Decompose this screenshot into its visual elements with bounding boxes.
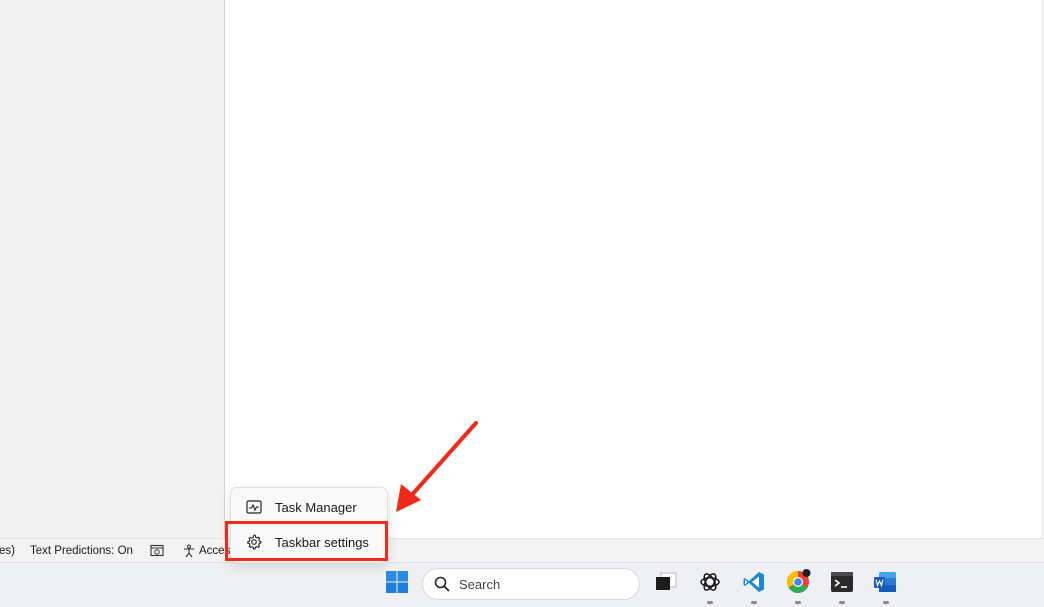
- accessibility-status[interactable]: Acces: [182, 539, 230, 563]
- menu-item-label: Task Manager: [275, 499, 357, 515]
- text-predictions-label: Text Predictions: On: [30, 545, 133, 557]
- windows-start-icon: [386, 570, 408, 598]
- vscode-button[interactable]: [739, 569, 769, 599]
- running-indicator: [795, 601, 801, 604]
- search-icon: [434, 576, 450, 592]
- task-view-icon: [654, 572, 678, 597]
- accessibility-icon: [182, 544, 196, 558]
- running-indicator: [751, 601, 757, 604]
- status-truncated-item[interactable]: es): [0, 539, 15, 563]
- chrome-icon: [785, 568, 811, 600]
- status-bar: es) Text Predictions: On Acces: [0, 538, 1044, 563]
- task-view-button[interactable]: [651, 569, 681, 599]
- word-icon: [873, 570, 897, 599]
- status-truncated-label: es): [0, 545, 15, 557]
- vscode-icon: [742, 570, 766, 599]
- document-canvas[interactable]: [225, 0, 1042, 538]
- taskbar-search[interactable]: Search: [422, 568, 640, 600]
- taskbar: Search: [0, 562, 1044, 607]
- word-button[interactable]: [870, 569, 900, 599]
- running-indicator: [883, 601, 889, 604]
- focus-mode-button[interactable]: [150, 539, 165, 563]
- task-manager-icon: [246, 499, 262, 515]
- focus-icon: [150, 544, 165, 558]
- search-placeholder: Search: [459, 576, 501, 592]
- running-indicator: [707, 601, 713, 604]
- running-indicator: [839, 601, 845, 604]
- start-button[interactable]: [382, 569, 412, 599]
- chatgpt-icon: [698, 570, 722, 599]
- text-predictions-status[interactable]: Text Predictions: On: [30, 539, 133, 563]
- annotation-highlight-box: [225, 521, 388, 561]
- menu-item-task-manager[interactable]: Task Manager: [231, 490, 389, 524]
- terminal-icon: [830, 571, 854, 598]
- app-side-pane: [0, 0, 225, 538]
- chrome-button[interactable]: [783, 568, 813, 600]
- chatgpt-button[interactable]: [695, 569, 725, 599]
- screen: es) Text Predictions: On Acces Search Ta…: [0, 0, 1044, 607]
- terminal-button[interactable]: [827, 569, 857, 599]
